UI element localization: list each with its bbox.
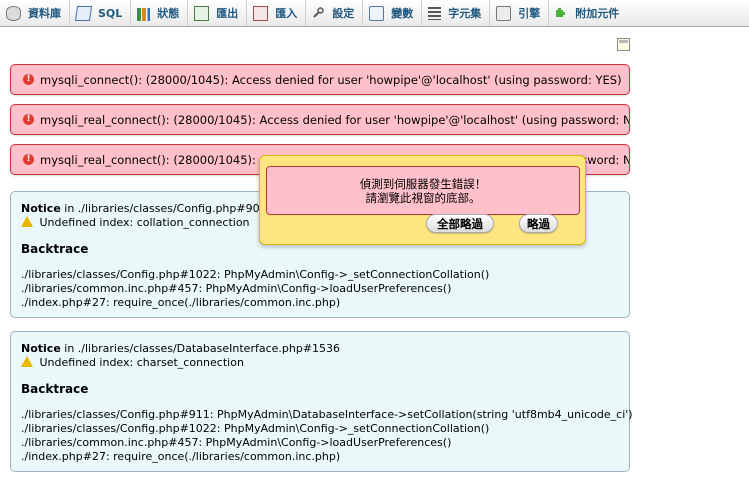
plugins-icon [555,7,568,20]
error-icon: ! [23,74,34,85]
notice-box: Notice in ./libraries/classes/DatabaseIn… [10,331,633,472]
warning-icon [21,356,33,367]
tab-label: 匯入 [275,7,298,20]
popup-message: 偵測到伺服器發生錯誤！ 請瀏覽此視窗的底部。 [266,166,580,215]
notice-message: Undefined index: charset_connection [39,356,244,369]
charset-icon [428,6,442,20]
backtrace-line: ./libraries/common.inc.php#457: PhpMyAdm… [21,436,452,449]
database-icon [6,5,21,21]
backtrace-line: ./libraries/classes/Config.php#1022: Php… [21,268,490,281]
notice-label: Notice [21,202,61,215]
export-icon [194,5,210,21]
tab-variables[interactable]: 變數 [363,0,423,26]
error-message: ! mysqli_real_connect(): (28000/1045): A… [10,104,630,135]
popup-line-1: 偵測到伺服器發生錯誤！ [359,177,487,191]
backtrace-title: Backtrace [21,382,89,396]
tab-label: 資料庫 [28,7,61,20]
error-text: mysqli_connect(): (28000/1045): Access d… [40,72,622,87]
warning-icon [21,216,33,227]
ignore-button[interactable]: 略過 [519,214,558,233]
variables-icon [369,5,385,21]
tab-settings[interactable]: 設定 [306,0,364,26]
error-report-popup: 偵測到伺服器發生錯誤！ 請瀏覽此視窗的底部。 全部略過 略過 [259,155,586,245]
backtrace-line: ./index.php#27: require_once(./libraries… [21,296,341,309]
backtrace-line: ./libraries/classes/Config.php#1022: Php… [21,422,490,435]
tab-label: 狀態 [157,7,180,20]
sql-icon [74,5,93,21]
settings-icon [312,6,325,20]
tab-engines[interactable]: 引擎 [490,0,550,26]
error-icon: ! [23,114,34,125]
top-navigation-tabs: 資料庫 SQL 狀態 匯出 匯入 設定 變數 字元集 引擎 附加元件 [0,0,749,27]
tab-label: 變數 [391,7,414,20]
tab-label: SQL [98,6,123,20]
tab-label: 匯出 [216,7,239,20]
notice-header: Notice in ./libraries/classes/DatabaseIn… [21,342,619,356]
ignore-all-button[interactable]: 全部略過 [426,214,494,233]
error-icon: ! [23,154,34,165]
backtrace-line: ./libraries/common.inc.php#457: PhpMyAdm… [21,282,452,295]
error-text: mysqli_real_connect(): (28000/1045): Acc… [40,112,630,127]
tab-charsets[interactable]: 字元集 [422,0,491,26]
popup-line-2: 請瀏覽此視窗的底部。 [365,191,481,205]
backtrace-line: ./libraries/classes/Config.php#911: PhpM… [21,408,633,421]
tab-label: 字元集 [448,7,482,20]
notice-message: Undefined index: collation_connection [39,216,250,229]
tab-sql[interactable]: SQL [70,0,132,26]
error-message: ! mysqli_connect(): (28000/1045): Access… [10,64,630,95]
notice-location: in ./libraries/classes/Config.php#909 [60,202,267,215]
backtrace-list: ./libraries/classes/Config.php#911: PhpM… [21,408,633,464]
tab-status[interactable]: 狀態 [131,0,189,26]
tab-label: 設定 [332,7,355,20]
tab-databases[interactable]: 資料庫 [0,0,70,26]
notice-location: in ./libraries/classes/DatabaseInterface… [60,342,341,355]
notice-message-row: Undefined index: charset_connection [21,356,619,370]
import-icon [253,5,269,21]
collapse-errors-toggle-icon[interactable] [617,38,630,51]
tab-import[interactable]: 匯入 [247,0,307,26]
notice-label: Notice [21,342,61,355]
backtrace-line: ./index.php#27: require_once(./libraries… [21,450,341,463]
tab-export[interactable]: 匯出 [188,0,248,26]
status-icon [137,8,151,21]
tab-label: 附加元件 [575,7,620,20]
backtrace-list: ./libraries/classes/Config.php#1022: Php… [21,268,619,310]
tab-plugins[interactable]: 附加元件 [549,0,627,26]
engine-icon [496,5,512,21]
tab-label: 引擎 [518,7,541,20]
